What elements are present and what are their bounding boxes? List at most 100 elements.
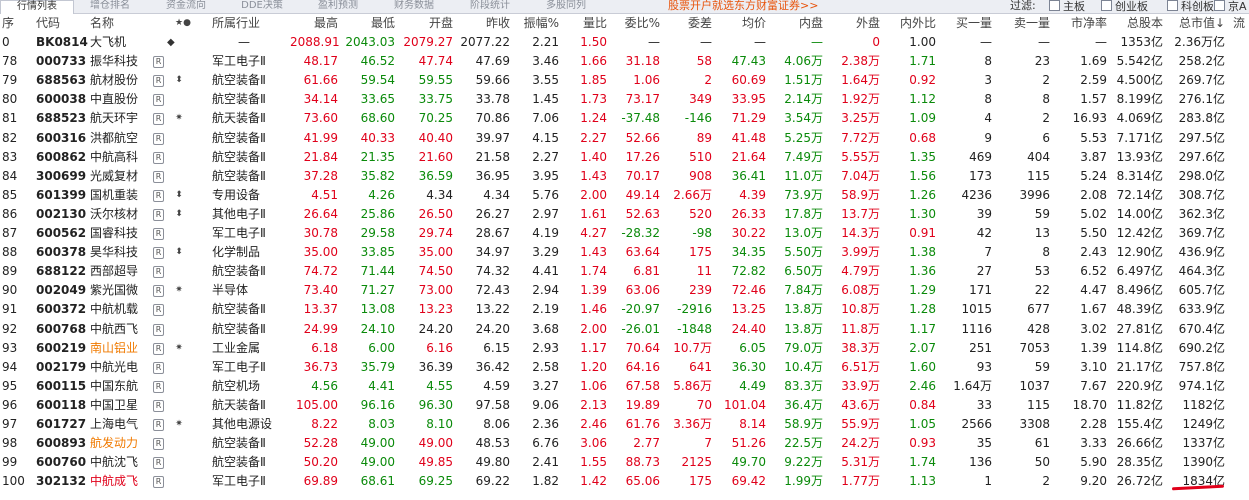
table-row[interactable]: 89 688122 西部超导 R 航空装备Ⅱ 74.72 71.44 74.50 74.32 4.… — [0, 262, 1249, 281]
table-row[interactable]: 99 600760 中航沈飞 R 航空装备Ⅱ 50.20 49.00 49.85 49.80 2.… — [0, 453, 1249, 472]
cell-pb: 3.02 — [1080, 321, 1107, 336]
filter-checkbox[interactable] — [1101, 0, 1112, 11]
table-row[interactable]: 87 600562 国睿科技 R 军工电子Ⅱ 30.78 29.58 29.74 28.67 4.… — [0, 224, 1249, 243]
cell-tshare: 114.8亿 — [1116, 340, 1163, 355]
cell-outv: 11.8万 — [841, 321, 880, 336]
cell-low: 4.41 — [368, 378, 395, 393]
column-header-amp[interactable]: 振幅% — [512, 14, 559, 33]
tab-5[interactable]: 财务数据 — [378, 0, 450, 13]
tab-3[interactable]: DDE决策 — [226, 0, 298, 13]
column-header-high[interactable]: 最高 — [290, 14, 338, 33]
filter-2[interactable]: 科创板 — [1167, 0, 1214, 13]
table-row[interactable]: 92 600768 中航西飞 R 航空装备Ⅱ 24.99 24.10 24.20 24.20 3.… — [0, 320, 1249, 339]
cell-amp: 6.76 — [532, 436, 559, 451]
table-row[interactable]: 78 000733 振华科技 R 军工电子Ⅱ 48.17 46.52 47.74 47.69 3.… — [0, 52, 1249, 71]
table-row[interactable]: 95 600115 中国东航 R 航空机场 4.56 4.41 4.55 4.59 3.27 1.0… — [0, 377, 1249, 396]
column-header-b1[interactable]: 买一量 — [938, 14, 992, 33]
cell-ind: 专用设备 — [212, 187, 261, 202]
cell-ior: 1.56 — [909, 168, 936, 183]
table-row[interactable]: 96 600118 中国卫星 R 航天装备Ⅱ 105.00 96.16 96.30 97.58 9… — [0, 396, 1249, 415]
cell-outv: 14.3万 — [841, 226, 880, 240]
column-header-pb[interactable]: 市净率 — [1052, 14, 1107, 33]
cell-open: 96.30 — [418, 397, 453, 412]
table-row[interactable]: 98 600893 航发动力 R 航空装备Ⅱ 52.28 49.00 49.00 48.53 6.… — [0, 434, 1249, 453]
filter-checkbox[interactable] — [1049, 0, 1060, 11]
table-row[interactable]: 79 688563 航材股份 R ⬍ 航空装备Ⅱ 61.66 59.54 59.55 59.66 3… — [0, 71, 1249, 90]
column-header-s1[interactable]: 卖一量 — [994, 14, 1050, 33]
cell-open: 29.74 — [418, 226, 453, 240]
table-row[interactable]: 91 600372 中航机载 R 航空装备Ⅱ 13.37 13.08 13.23 13.22 2.… — [0, 300, 1249, 319]
column-header-outv[interactable]: 外盘 — [824, 14, 880, 33]
column-header-seq[interactable]: 序 — [2, 14, 26, 33]
cell-low: 49.00 — [360, 436, 395, 451]
table-row[interactable]: 84 300699 光威复材 R 航空装备Ⅱ 37.28 35.82 36.59 36.95 3.… — [0, 167, 1249, 186]
column-header-ior[interactable]: 内外比 — [882, 14, 936, 33]
tab-2[interactable]: 资金流向 — [150, 0, 222, 13]
r-badge-icon: R — [153, 361, 164, 374]
column-header-low[interactable]: 最低 — [340, 14, 395, 33]
cell-outv: 0 — [872, 35, 880, 49]
cell-ior: 1.38 — [909, 245, 936, 260]
cell-ior: 1.26 — [909, 187, 936, 202]
table-row[interactable]: 97 601727 上海电气 R ✷ 其他电源设 8.22 8.03 8.10 8.06 2.36 2… — [0, 415, 1249, 434]
cell-prev: 13.22 — [475, 302, 510, 317]
r-badge-icon: R — [153, 75, 164, 88]
cell-open: 73.00 — [418, 283, 453, 298]
table-row[interactable]: 82 600316 洪都航空 R 航空装备Ⅱ 41.99 40.33 40.40 39.97 4.… — [0, 129, 1249, 148]
cell-high: 30.78 — [303, 226, 338, 240]
table-row[interactable]: 85 601399 国机重装 R ⬍ 专用设备 4.51 4.26 4.34 4.34 5.76 2.… — [0, 186, 1249, 205]
table-row[interactable]: 88 600378 昊华科技 R ⬍ 化学制品 35.00 33.85 35.00 34.97 3.… — [0, 243, 1249, 262]
column-header-name[interactable]: 名称 — [90, 14, 152, 33]
tab-6[interactable]: 阶段统计 — [454, 0, 526, 13]
table-row[interactable]: 90 002049 紫光国微 R ✷ 半导体 73.40 71.27 73.00 72.43 2.9… — [0, 281, 1249, 300]
cell-inv: — — [811, 35, 823, 49]
column-header-mcap[interactable]: 总市值↓ — [1165, 14, 1225, 33]
cell-mcap: 1249亿 — [1182, 417, 1225, 431]
table-row[interactable]: 86 002130 沃尔核材 R ⬍ 其他电子Ⅱ 26.64 25.86 26.50 26.27 2… — [0, 205, 1249, 224]
cell-tshare: 14.00亿 — [1116, 206, 1163, 221]
cell-b1: 8 — [984, 54, 992, 69]
table-row[interactable]: 100 302132 中航成飞 R 军工电子Ⅱ 69.89 68.61 69.25 69.22 1… — [0, 472, 1249, 491]
column-header-wc[interactable]: 委差 — [662, 14, 712, 33]
promo-link[interactable]: 股票开户就选东方财富证券>> — [668, 0, 818, 13]
column-header-open[interactable]: 开盘 — [398, 14, 453, 33]
tab-1[interactable]: 增仓排名 — [74, 0, 146, 13]
filter-checkbox[interactable] — [1214, 0, 1225, 11]
filter-1[interactable]: 创业板 — [1101, 0, 1148, 13]
column-header-code[interactable]: 代码 — [36, 14, 94, 33]
table-row[interactable]: 0 BK0814 大飞机 ◆ — 2088.91 2043.03 2079.27 2077.22… — [0, 33, 1249, 52]
table-row[interactable]: 93 600219 南山铝业 R ✷ 工业金属 6.18 6.00 6.16 6.15 2.93 1.… — [0, 339, 1249, 358]
table-row[interactable]: 94 002179 中航光电 R 军工电子Ⅱ 36.73 35.79 36.39 36.42 2.… — [0, 358, 1249, 377]
column-header-avg[interactable]: 均价 — [714, 14, 766, 33]
tab-4[interactable]: 盈利预测 — [302, 0, 374, 13]
column-header-inv[interactable]: 内盘 — [768, 14, 823, 33]
filter-checkbox[interactable] — [1167, 0, 1178, 11]
tab-0[interactable]: 行情列表 — [0, 0, 74, 14]
column-header-wb[interactable]: 委比% — [610, 14, 660, 33]
cell-low: 8.03 — [368, 417, 395, 431]
column-header-prev[interactable]: 昨收 — [455, 14, 510, 33]
filter-3[interactable]: 京A — [1214, 0, 1247, 13]
cell-amp: 3.55 — [532, 73, 559, 88]
cell-pb: 1.39 — [1080, 340, 1107, 355]
column-header-vr[interactable]: 量比 — [562, 14, 607, 33]
cell-code: 600372 — [36, 302, 87, 317]
table-row[interactable]: 80 600038 中直股份 R 航空装备Ⅱ 34.14 33.65 33.75 33.78 1.… — [0, 90, 1249, 109]
cell-mcap: 297.6亿 — [1178, 149, 1225, 164]
column-header-tshare[interactable]: 总股本 — [1108, 14, 1163, 33]
filter-0[interactable]: 主板 — [1049, 0, 1085, 13]
cell-ind: 其他电子Ⅱ — [212, 206, 266, 221]
cell-open: 69.25 — [418, 474, 453, 489]
table-row[interactable]: 81 688523 航天环宇 R ✷ 航天装备Ⅱ 73.60 68.60 70.25 70.86 7… — [0, 109, 1249, 128]
cell-vr: 1.40 — [580, 149, 607, 164]
cell-high: 24.99 — [303, 321, 338, 336]
cell-wc: -2916 — [677, 302, 712, 317]
cell-wc: 2.66万 — [673, 187, 712, 202]
cell-open: 35.00 — [418, 245, 453, 260]
tab-7[interactable]: 多股同列 — [530, 0, 602, 13]
cell-amp: 2.19 — [532, 302, 559, 317]
column-header-ind[interactable]: 所属行业 — [212, 14, 296, 33]
cell-inv: 1.99万 — [784, 474, 823, 489]
cell-inv: 79.0万 — [784, 340, 823, 355]
table-row[interactable]: 83 600862 中航高科 R 航空装备Ⅱ 21.84 21.35 21.60 21.58 2.… — [0, 148, 1249, 167]
